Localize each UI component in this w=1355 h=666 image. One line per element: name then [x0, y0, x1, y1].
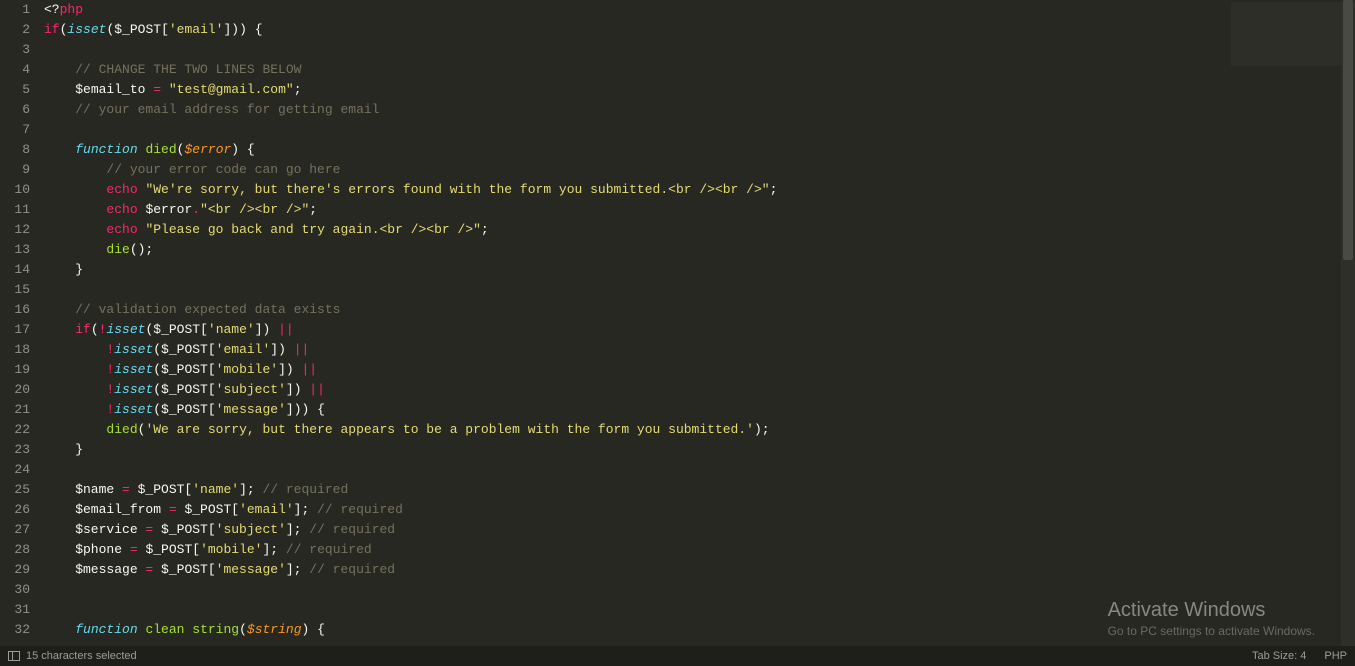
line-number: 16 [0, 300, 30, 320]
line-number: 6 [0, 100, 30, 120]
code-line[interactable]: // your error code can go here [44, 160, 1355, 180]
code-line[interactable]: } [44, 440, 1355, 460]
line-number: 11 [0, 200, 30, 220]
code-line[interactable] [44, 40, 1355, 60]
code-line[interactable]: echo $error."<br /><br />"; [44, 200, 1355, 220]
line-number: 23 [0, 440, 30, 460]
line-number: 9 [0, 160, 30, 180]
line-number: 4 [0, 60, 30, 80]
code-line[interactable]: $email_from = $_POST['email']; // requir… [44, 500, 1355, 520]
code-line[interactable]: // validation expected data exists [44, 300, 1355, 320]
language-indicator[interactable]: PHP [1324, 650, 1347, 662]
line-number: 26 [0, 500, 30, 520]
code-line[interactable]: !isset($_POST['message'])) { [44, 400, 1355, 420]
line-number: 10 [0, 180, 30, 200]
minimap[interactable]: <?phpif(isset($_POST['email'])) { // CHA… [1231, 2, 1341, 642]
code-line[interactable]: // CHANGE THE TWO LINES BELOW [44, 60, 1355, 80]
status-bar: 15 characters selected Tab Size: 4 PHP [0, 646, 1355, 666]
vertical-scrollbar[interactable] [1341, 0, 1355, 646]
code-line[interactable]: !isset($_POST['subject']) || [44, 380, 1355, 400]
code-line[interactable]: $name = $_POST['name']; // required [44, 480, 1355, 500]
code-line[interactable]: $service = $_POST['subject']; // require… [44, 520, 1355, 540]
line-number: 5 [0, 80, 30, 100]
code-line[interactable] [44, 580, 1355, 600]
code-content[interactable]: <?phpif(isset($_POST['email'])) { // CHA… [40, 0, 1355, 646]
line-number: 31 [0, 600, 30, 620]
code-line[interactable]: $email_to = "test@gmail.com"; [44, 80, 1355, 100]
code-line[interactable]: <?php [44, 0, 1355, 20]
line-number: 24 [0, 460, 30, 480]
line-number: 20 [0, 380, 30, 400]
scrollbar-thumb[interactable] [1343, 0, 1353, 260]
line-number: 29 [0, 560, 30, 580]
line-number: 32 [0, 620, 30, 640]
code-line[interactable]: if(isset($_POST['email'])) { [44, 20, 1355, 40]
panel-switcher-icon[interactable] [8, 651, 20, 661]
line-number: 18 [0, 340, 30, 360]
tab-size-indicator[interactable]: Tab Size: 4 [1252, 650, 1306, 662]
code-line[interactable]: } [44, 260, 1355, 280]
code-line[interactable]: function died($error) { [44, 140, 1355, 160]
code-line[interactable]: died('We are sorry, but there appears to… [44, 420, 1355, 440]
line-number: 8 [0, 140, 30, 160]
line-number-gutter: 1234567891011121314151617181920212223242… [0, 0, 40, 646]
code-line[interactable]: // your email address for getting email [44, 100, 1355, 120]
line-number: 28 [0, 540, 30, 560]
line-number: 27 [0, 520, 30, 540]
line-number: 21 [0, 400, 30, 420]
line-number: 2 [0, 20, 30, 40]
line-number: 12 [0, 220, 30, 240]
line-number: 7 [0, 120, 30, 140]
code-line[interactable]: echo "Please go back and try again.<br /… [44, 220, 1355, 240]
line-number: 13 [0, 240, 30, 260]
minimap-viewport[interactable] [1231, 2, 1341, 66]
selection-status: 15 characters selected [26, 650, 137, 662]
code-line[interactable]: function clean string($string) { [44, 620, 1355, 640]
line-number: 3 [0, 40, 30, 60]
line-number: 30 [0, 580, 30, 600]
line-number: 22 [0, 420, 30, 440]
code-line[interactable]: !isset($_POST['mobile']) || [44, 360, 1355, 380]
code-line[interactable]: $phone = $_POST['mobile']; // required [44, 540, 1355, 560]
line-number: 15 [0, 280, 30, 300]
code-editor[interactable]: 1234567891011121314151617181920212223242… [0, 0, 1355, 646]
line-number: 19 [0, 360, 30, 380]
code-line[interactable] [44, 280, 1355, 300]
line-number: 1 [0, 0, 30, 20]
code-line[interactable] [44, 460, 1355, 480]
line-number: 14 [0, 260, 30, 280]
code-line[interactable] [44, 120, 1355, 140]
code-line[interactable]: echo "We're sorry, but there's errors fo… [44, 180, 1355, 200]
line-number: 25 [0, 480, 30, 500]
code-line[interactable]: if(!isset($_POST['name']) || [44, 320, 1355, 340]
code-line[interactable]: die(); [44, 240, 1355, 260]
line-number: 17 [0, 320, 30, 340]
code-line[interactable]: $message = $_POST['message']; // require… [44, 560, 1355, 580]
code-line[interactable]: !isset($_POST['email']) || [44, 340, 1355, 360]
code-line[interactable] [44, 600, 1355, 620]
